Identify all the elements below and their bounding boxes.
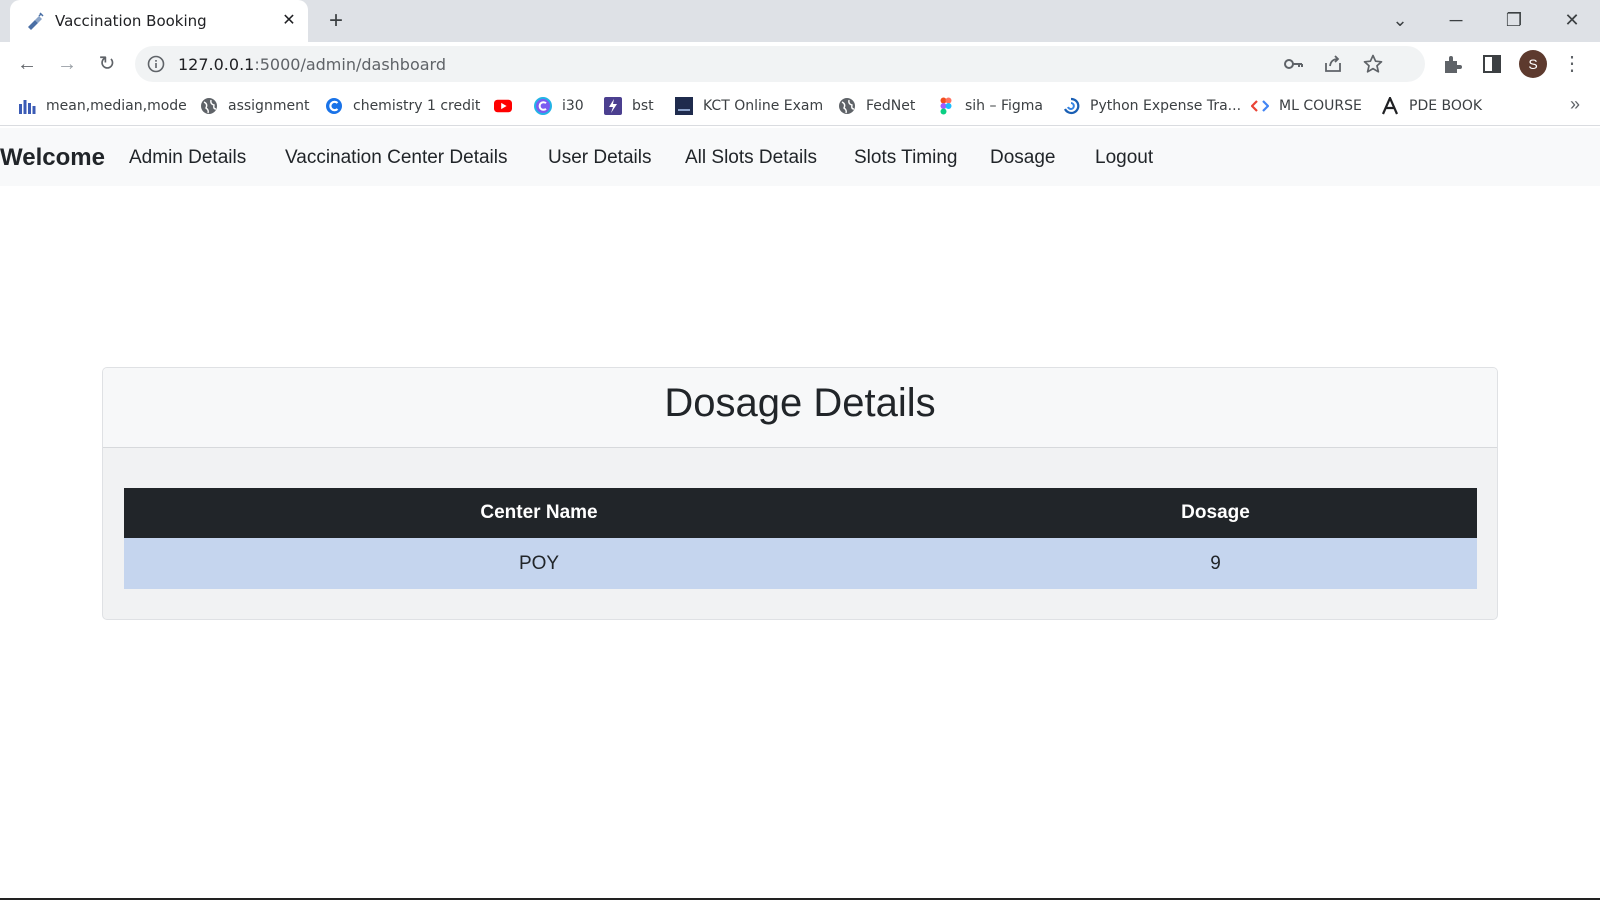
browser-tab[interactable]: Vaccination Booking ✕ xyxy=(10,0,308,42)
nav-link-dosage[interactable]: Dosage xyxy=(990,147,1056,169)
star-icon[interactable] xyxy=(1362,53,1384,75)
minimize-icon[interactable]: ─ xyxy=(1436,4,1476,36)
url-path: :5000/admin/dashboard xyxy=(254,55,447,74)
syringe-icon xyxy=(28,12,44,30)
window-close-icon[interactable]: ✕ xyxy=(1552,4,1592,36)
letter-a-icon xyxy=(1381,97,1399,115)
navbar-brand[interactable]: Welcome xyxy=(0,144,105,172)
nav-link-admin-details[interactable]: Admin Details xyxy=(129,147,246,169)
column-header-dosage: Dosage xyxy=(954,488,1477,538)
column-header-center-name: Center Name xyxy=(124,488,954,538)
bookmark-item[interactable]: assignment xyxy=(200,95,309,117)
nav-link-all-slots-details[interactable]: All Slots Details xyxy=(685,147,817,169)
dosage-card: Dosage Details Center Name Dosage POY 9 xyxy=(102,367,1498,620)
bolt-icon xyxy=(604,97,622,115)
tab-strip: Vaccination Booking ✕ + ⌄ ─ ❐ ✕ xyxy=(0,0,1600,42)
bookmark-label: sih – Figma xyxy=(965,98,1043,114)
table-row: POY 9 xyxy=(124,538,1477,589)
dosage-table: Center Name Dosage POY 9 xyxy=(124,488,1477,589)
forward-icon[interactable]: → xyxy=(53,50,81,78)
globe-icon xyxy=(201,98,217,114)
kct-icon xyxy=(675,97,693,115)
code-icon xyxy=(1251,100,1269,112)
c-gradient-icon xyxy=(534,97,552,115)
bookmark-item[interactable]: KCT Online Exam xyxy=(675,95,823,117)
bookmark-label: bst xyxy=(632,98,654,114)
globe-icon xyxy=(839,98,855,114)
side-panel-icon[interactable] xyxy=(1481,53,1503,75)
nav-link-user-details[interactable]: User Details xyxy=(548,147,651,169)
bookmark-label: FedNet xyxy=(866,98,916,114)
nav-link-slots-timing[interactable]: Slots Timing xyxy=(854,147,957,169)
back-icon[interactable]: ← xyxy=(13,50,41,78)
bookmark-label: Python Expense Tra... xyxy=(1090,98,1242,114)
tab-close-icon[interactable]: ✕ xyxy=(278,10,300,32)
youtube-icon xyxy=(494,99,512,113)
profile-avatar[interactable]: S xyxy=(1519,50,1547,78)
extensions-icon[interactable] xyxy=(1441,53,1463,75)
nav-link-vaccination-center-details[interactable]: Vaccination Center Details xyxy=(285,147,507,169)
bookmark-item[interactable]: bst xyxy=(604,95,654,117)
bookmark-item[interactable]: sih – Figma xyxy=(937,95,1043,117)
page-title: Dosage Details xyxy=(664,381,936,425)
cell-center-name: POY xyxy=(124,538,954,589)
figma-icon xyxy=(940,97,952,115)
bookmark-label: assignment xyxy=(228,98,310,114)
bookmark-label: PDE BOOK xyxy=(1409,98,1483,114)
bookmark-item[interactable]: chemistry 1 credit xyxy=(325,95,480,117)
bar-chart-icon xyxy=(19,100,36,114)
bookmark-item[interactable]: FedNet xyxy=(838,95,915,117)
tab-title: Vaccination Booking xyxy=(55,12,207,30)
bookmark-item[interactable]: ML COURSE xyxy=(1251,95,1362,117)
url-text[interactable]: 127.0.0.1:5000/admin/dashboard xyxy=(178,55,446,74)
bookmark-label: i30 xyxy=(562,98,584,114)
bookmark-item[interactable]: mean,median,mode xyxy=(18,95,187,117)
browser-menu-icon[interactable]: ⋮ xyxy=(1558,50,1586,78)
tab-search-chevron-icon[interactable]: ⌄ xyxy=(1380,4,1420,36)
bookmark-label: ML COURSE xyxy=(1279,98,1362,114)
key-icon[interactable] xyxy=(1282,53,1304,75)
url-host: 127.0.0.1 xyxy=(178,55,255,74)
c-logo-icon xyxy=(326,98,342,114)
table-header-row: Center Name Dosage xyxy=(124,488,1477,538)
cell-dosage: 9 xyxy=(954,538,1477,589)
restore-icon[interactable]: ❐ xyxy=(1494,4,1534,36)
bookmark-label: chemistry 1 credit xyxy=(353,98,481,114)
bookmark-item[interactable] xyxy=(494,95,512,117)
info-icon[interactable] xyxy=(147,55,165,73)
share-icon[interactable] xyxy=(1322,53,1344,75)
bookmark-item[interactable]: i30 xyxy=(534,95,584,117)
bookmark-label: KCT Online Exam xyxy=(703,98,824,114)
address-bar[interactable]: 127.0.0.1:5000/admin/dashboard xyxy=(135,46,1425,82)
bookmark-label: mean,median,mode xyxy=(46,98,187,114)
app-navbar: Welcome Admin Details Vaccination Center… xyxy=(0,128,1600,186)
bookmarks-bar: mean,median,mode assignment chemistry 1 … xyxy=(0,86,1600,126)
nav-link-logout[interactable]: Logout xyxy=(1095,147,1153,169)
reload-icon[interactable]: ↻ xyxy=(93,50,121,78)
bookmarks-overflow-icon[interactable]: » xyxy=(1570,94,1580,115)
browser-toolbar: ← → ↻ 127.0.0.1:5000/admin/dashboard S ⋮ xyxy=(0,42,1600,86)
new-tab-button[interactable]: + xyxy=(322,8,350,36)
loop-icon xyxy=(1064,97,1080,115)
bookmark-item[interactable]: PDE BOOK xyxy=(1381,95,1482,117)
card-header: Dosage Details xyxy=(103,368,1497,448)
bookmark-item[interactable]: Python Expense Tra... xyxy=(1062,95,1241,117)
